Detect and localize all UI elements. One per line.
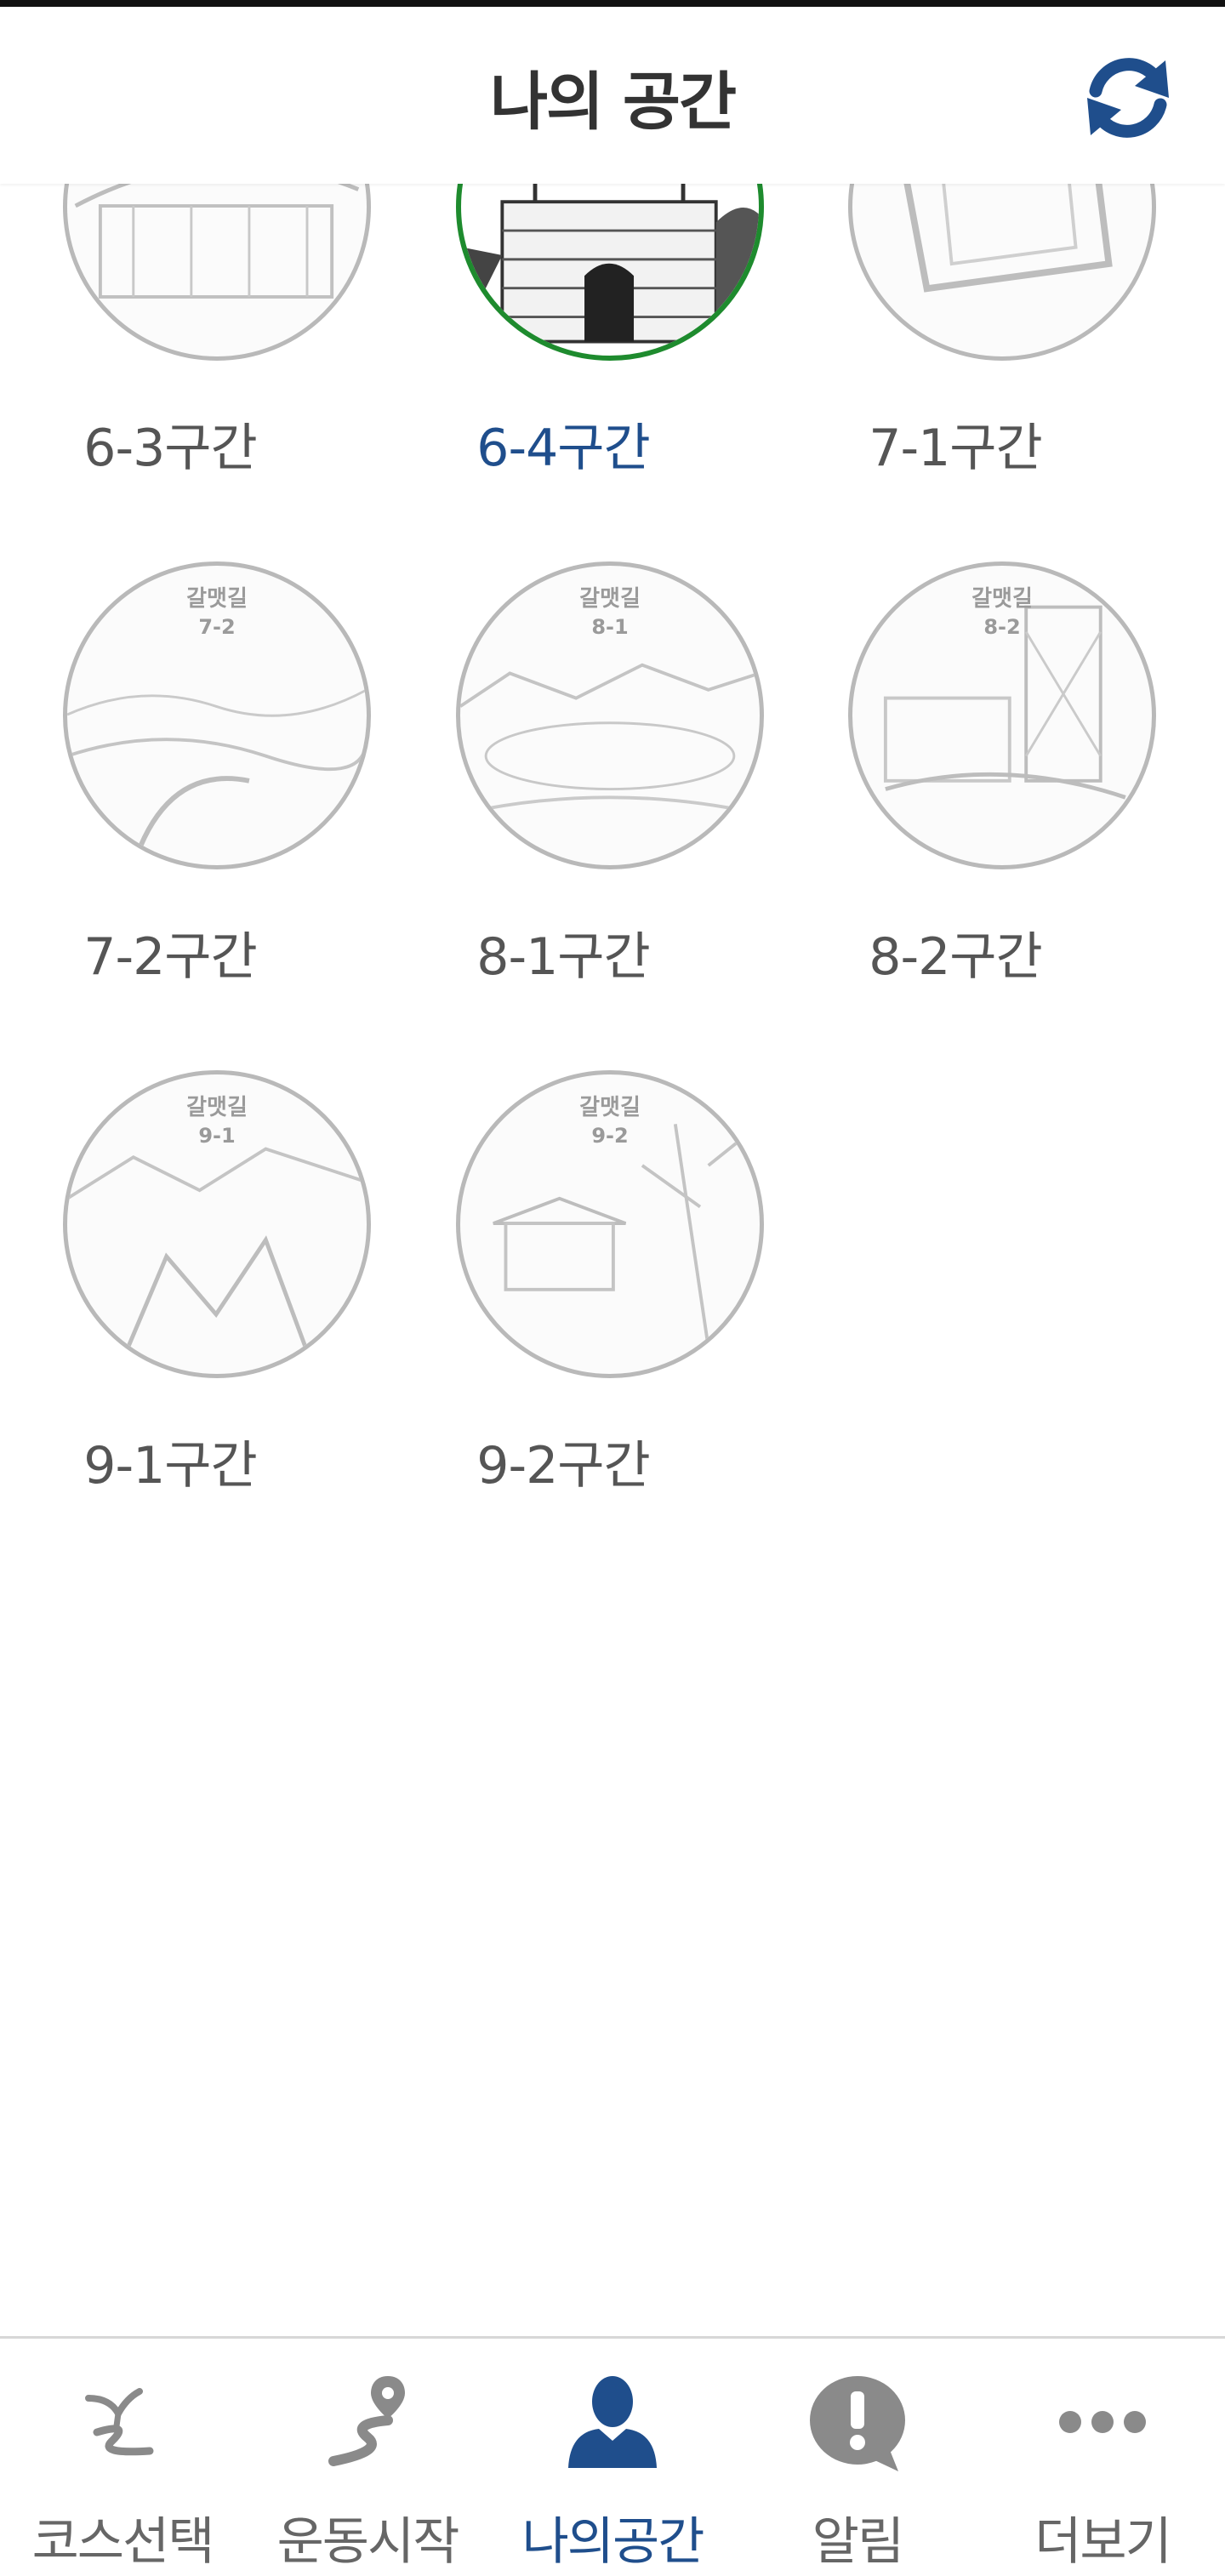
stamp-section-code: 7-2 — [198, 615, 236, 639]
stamp-cell-7-1[interactable]: 갈맷길7-1 7-1구간 — [785, 184, 1156, 478]
section-label: 6-4구간 — [476, 419, 650, 478]
stamp-image: 갈맷길 8-1 — [456, 561, 764, 869]
tab-label: 더보기 — [1034, 2512, 1172, 2572]
refresh-icon — [1087, 58, 1169, 138]
stamp-cell-6-4[interactable]: 갈맷길6-4 6-4구간 — [393, 184, 764, 478]
stamp-illustration — [903, 184, 1113, 293]
tab-course-select[interactable]: 코스선택 — [0, 2339, 245, 2576]
stamp-grid-scroll[interactable]: 갈맷길4-34-3구간갈맷길5-15-1구간갈맷길5-25-2구간갈맷길5-35… — [0, 184, 1225, 2336]
section-label: 8-1구간 — [476, 927, 650, 987]
section-label: 7-2구간 — [83, 927, 257, 987]
stamp-cell-9-2[interactable]: 갈맷길 9-2 9-2구간 — [393, 1014, 764, 1496]
tab-label: 나의공간 — [521, 2512, 705, 2572]
stamp-section-code: 9-1 — [198, 1124, 236, 1148]
more-dots-icon — [1059, 2411, 1146, 2433]
tab-start-exercise[interactable]: 운동시작 — [245, 2339, 490, 2576]
person-icon — [568, 2376, 657, 2468]
stamp-section-code: 8-1 — [591, 615, 629, 639]
stamp-section-code: 9-2 — [591, 1124, 629, 1148]
section-label: 6-3구간 — [83, 419, 257, 478]
stamp-image: 갈맷길 9-2 — [456, 1070, 764, 1378]
alert-bubble-icon — [810, 2376, 905, 2471]
bottom-tab-bar: 코스선택 운동시작 나의공간 알림 더보기 — [0, 2336, 1225, 2573]
route-pin-icon — [328, 2376, 405, 2466]
stamp-image: 갈맷길7-1 — [848, 184, 1156, 361]
page-title: 나의 공간 — [489, 66, 737, 139]
stamp-section-code: 8-2 — [983, 615, 1021, 639]
stamp-image: 갈맷길 8-2 — [848, 561, 1156, 869]
stamp-illustration — [74, 184, 360, 299]
section-label: 8-2구간 — [869, 927, 1042, 987]
stamp-trail-name: 갈맷길 — [186, 586, 248, 612]
section-label: 9-1구간 — [83, 1436, 257, 1496]
section-label: 9-2구간 — [476, 1436, 650, 1496]
app-header: 나의 공간 — [0, 7, 1225, 184]
stamp-trail-name: 갈맷길 — [971, 586, 1033, 612]
stamp-trail-name: 갈맷길 — [579, 1095, 641, 1120]
tab-label: 알림 — [812, 2512, 904, 2572]
stamp-illustration — [461, 184, 759, 344]
course-select-icon — [85, 2388, 154, 2456]
stamp-cell-6-3[interactable]: 갈맷길6-3 6-3구간 — [0, 184, 371, 478]
tab-label: 운동시작 — [276, 2512, 460, 2572]
stamp-cell-8-2[interactable]: 갈맷길 8-2 8-2구간 — [785, 505, 1156, 987]
status-bar — [0, 0, 1225, 7]
stamp-cell-8-1[interactable]: 갈맷길 8-1 8-1구간 — [393, 505, 764, 987]
stamp-image: 갈맷길 7-2 — [63, 561, 371, 869]
tab-more[interactable]: 더보기 — [980, 2339, 1225, 2576]
stamp-cell-9-1[interactable]: 갈맷길 9-1 9-1구간 — [0, 1014, 371, 1496]
stamp-trail-name: 갈맷길 — [186, 1095, 248, 1120]
stamp-cell-7-2[interactable]: 갈맷길 7-2 7-2구간 — [0, 505, 371, 987]
stamp-image: 갈맷길6-3 — [63, 184, 371, 361]
stamp-image: 갈맷길6-4 — [456, 184, 764, 361]
tab-my-space[interactable]: 나의공간 — [490, 2339, 735, 2576]
stamp-image: 갈맷길 9-1 — [63, 1070, 371, 1378]
tab-label: 코스선택 — [31, 2512, 215, 2572]
tab-alerts[interactable]: 알림 — [735, 2339, 980, 2576]
section-label: 7-1구간 — [869, 419, 1042, 478]
stamp-trail-name: 갈맷길 — [579, 586, 641, 612]
refresh-button[interactable] — [1077, 45, 1179, 151]
